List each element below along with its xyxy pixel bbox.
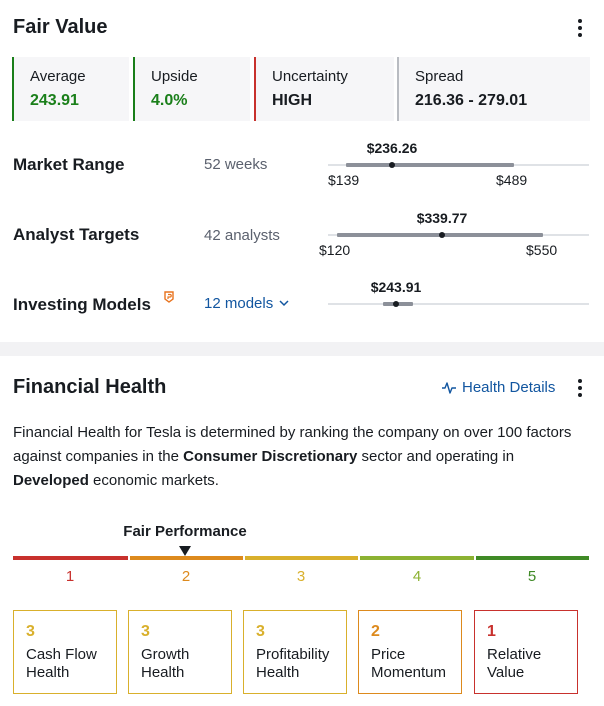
metric-value: HIGH [272,92,312,109]
investing-models-track [328,303,589,305]
fair-value-more-icon[interactable] [570,18,590,38]
market-range-title: Market Range [13,155,125,174]
metric-label: Uncertainty [272,68,348,85]
metric-uncertainty: Uncertainty HIGH [254,57,394,121]
pro-badge-icon [164,291,174,303]
analyst-targets-marker [439,232,445,238]
score-value: 1 [487,623,496,640]
market-range-low: $139 [328,172,360,188]
chevron-down-icon [279,300,289,307]
score-value: 2 [371,623,380,640]
financial-health-description: Financial Health for Tesla is determined… [13,421,593,493]
financial-health-title: Financial Health [13,376,167,398]
desc-part: economic markets. [88,472,219,489]
sector-name: Consumer Discretionary [183,448,358,465]
investing-models-dropdown[interactable]: 12 models [204,295,289,312]
score-name: Cash Flow Health [26,646,97,681]
investing-models-marker [393,301,399,307]
scale-segment-1 [13,556,128,560]
market-range-current: $236.26 [366,140,418,156]
scale-number: 1 [65,568,75,585]
score-card-cash-flow-health[interactable]: 3 Cash Flow Health [13,610,117,694]
market-name: Developed [13,472,89,489]
investing-models-link-label: 12 models [204,295,274,312]
market-range-bar [346,163,514,167]
score-name: Price Momentum [371,646,447,681]
scale-number: 2 [181,568,191,585]
metric-label: Spread [415,68,464,85]
metric-spread: Spread 216.36 - 279.01 [397,57,590,121]
analyst-targets-title: Analyst Targets [13,225,140,244]
metric-label: Upside [151,68,198,85]
scale-segment-2 [130,556,243,560]
score-name: Relative Value [487,646,542,681]
analyst-targets-high: $550 [526,242,558,258]
score-name: Profitability Health [256,646,330,681]
fair-value-title: Fair Value [13,16,108,38]
score-value: 3 [26,623,35,640]
performance-pointer-icon [179,546,191,556]
pulse-icon [442,381,456,394]
performance-label: Fair Performance [123,523,247,540]
score-value: 3 [256,623,265,640]
score-card-profitability-health[interactable]: 3 Profitability Health [243,610,347,694]
metric-label: Average [30,68,86,85]
market-range-marker [389,162,395,168]
investing-models-current: $243.91 [370,279,422,295]
score-card-relative-value[interactable]: 1 Relative Value [474,610,578,694]
scale-number: 3 [296,568,306,585]
analyst-targets-current: $339.77 [416,210,468,226]
scale-segment-3 [245,556,358,560]
metric-average: Average 243.91 [12,57,129,121]
metric-upside: Upside 4.0% [133,57,250,121]
score-name: Growth Health [141,646,190,681]
score-value: 3 [141,623,150,640]
score-card-growth-health[interactable]: 3 Growth Health [128,610,232,694]
health-details-label: Health Details [462,379,556,396]
analyst-targets-count: 42 analysts [204,227,280,244]
market-range-period: 52 weeks [204,156,268,173]
scale-number: 4 [412,568,422,585]
fair-value-card: Fair Value Average 243.91 Upside 4.0% Un… [0,0,604,342]
metric-value: 243.91 [30,92,79,109]
score-card-price-momentum[interactable]: 2 Price Momentum [358,610,462,694]
scale-segment-4 [360,556,474,560]
analyst-targets-low: $120 [319,242,351,258]
metric-value: 216.36 - 279.01 [415,92,528,109]
financial-health-card: Financial Health Health Details Financia… [0,356,604,706]
financial-health-more-icon[interactable] [570,378,590,398]
metric-value: 4.0% [151,92,188,109]
health-details-link[interactable]: Health Details [441,379,555,396]
market-range-high: $489 [496,172,528,188]
desc-part: sector and operating in [357,448,515,465]
investing-models-title: Investing Models [13,295,151,314]
scale-segment-5 [476,556,589,560]
scale-number: 5 [527,568,537,585]
